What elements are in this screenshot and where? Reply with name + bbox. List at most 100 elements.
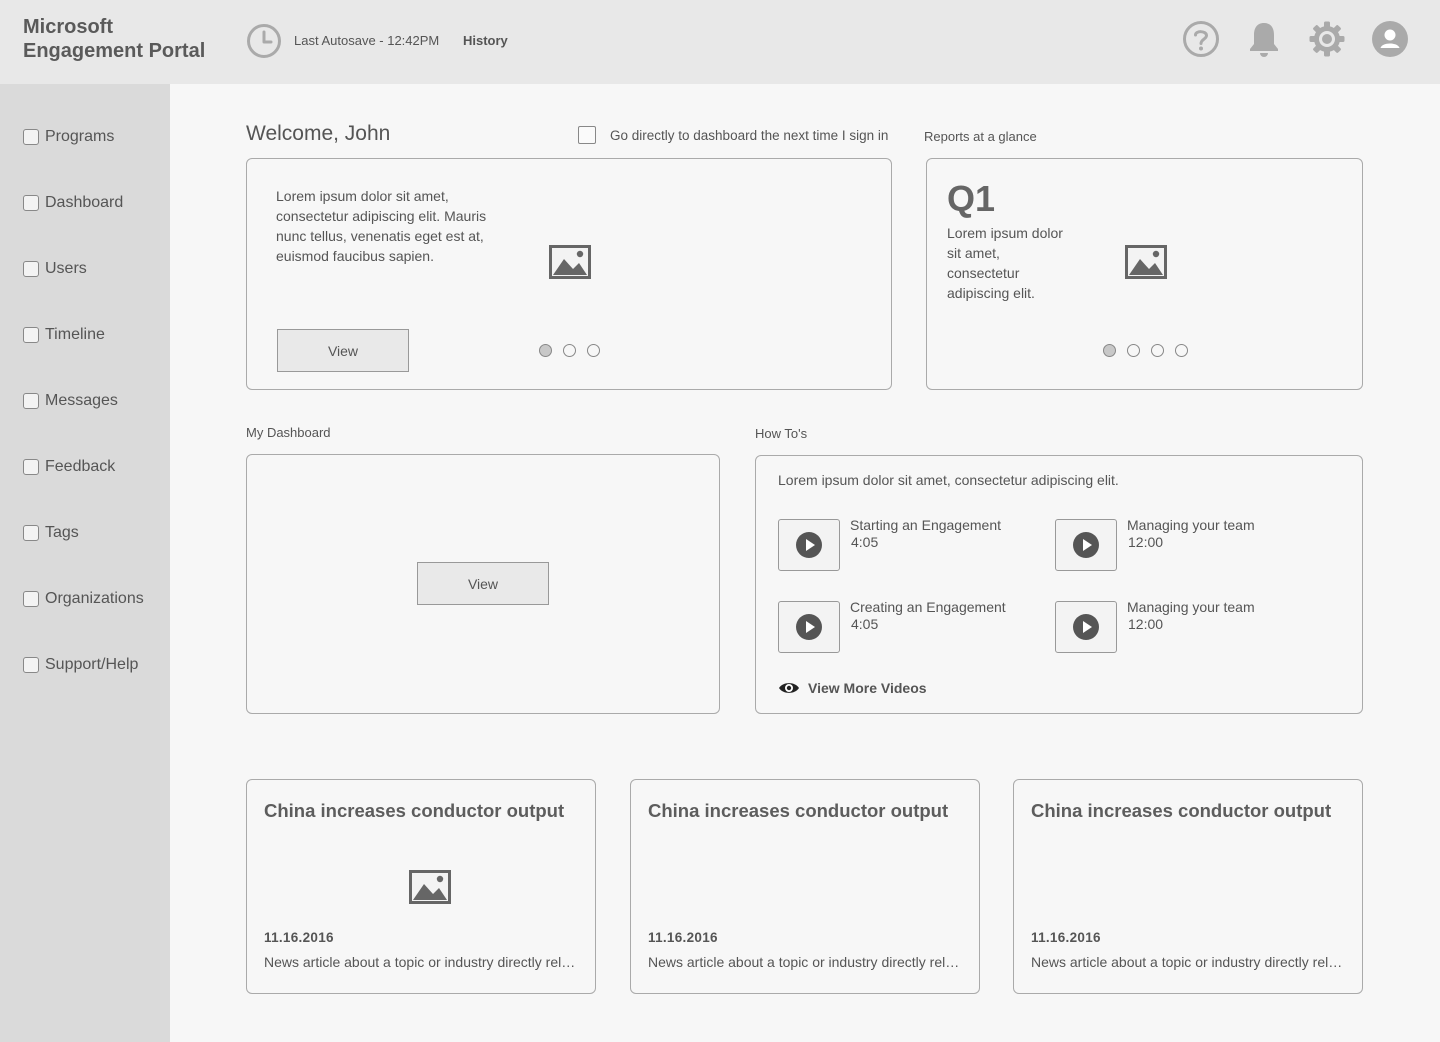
autosave-status: Last Autosave - 12:42PM [294,33,440,48]
carousel-dot[interactable] [1151,344,1164,357]
history-link[interactable]: History [463,33,508,48]
report-period-heading: Q1 [947,178,996,219]
dashboard-view-button[interactable]: View [417,562,549,605]
news-title: China increases conductor output [264,800,565,821]
image-icon [549,245,591,279]
checkbox[interactable] [23,327,39,343]
welcome-text: Lorem ipsum dolor sit amet, consectetur … [276,188,487,264]
carousel-dots [539,344,611,357]
sidebar-item-label: Organizations [45,590,144,607]
sidebar-item-label: Messages [45,392,118,409]
welcome-card: Lorem ipsum dolor sit amet, consectetur … [246,158,892,390]
goto-dashboard-checkbox[interactable] [578,126,596,144]
sidebar-item-support-help[interactable]: Support/Help [23,654,138,676]
checkbox[interactable] [23,525,39,541]
howtos-label: How To's [755,426,808,441]
brand-line-2: Engagement Portal [23,40,206,62]
video-thumbnail[interactable] [1055,519,1117,571]
carousel-dot[interactable] [563,344,576,357]
gear-icon[interactable] [1308,20,1346,58]
checkbox[interactable] [23,261,39,277]
news-summary: News article about a topic or industry d… [648,954,966,970]
sidebar-item-programs[interactable]: Programs [23,126,114,148]
sidebar-item-feedback[interactable]: Feedback [23,456,115,478]
carousel-dot[interactable] [1103,344,1116,357]
video-item[interactable]: Managing your team 12:00 [1055,517,1335,575]
video-thumbnail[interactable] [778,601,840,653]
brand-line-1: Microsoft [23,16,113,38]
view-more-videos-label: View More Videos [808,680,927,696]
sidebar-item-users[interactable]: Users [23,258,87,280]
checkbox[interactable] [23,459,39,475]
carousel-dot[interactable] [1175,344,1188,357]
sidebar-item-label: Users [45,260,87,277]
video-duration: 4:05 [851,534,879,550]
news-card[interactable]: China increases conductor output 11.16.2… [630,779,980,994]
sidebar-item-label: Support/Help [45,656,139,673]
play-icon [796,614,822,640]
view-more-videos-link[interactable]: View More Videos [778,680,927,696]
checkbox[interactable] [23,657,39,673]
video-title: Creating an Engagement [850,599,1006,615]
video-title: Starting an Engagement [850,517,1001,533]
news-card[interactable]: China increases conductor output 11.16.2… [246,779,596,994]
checkbox[interactable] [23,591,39,607]
carousel-dot[interactable] [1127,344,1140,357]
news-card[interactable]: China increases conductor output 11.16.2… [1013,779,1363,994]
clock-icon [247,24,281,58]
video-thumbnail[interactable] [1055,601,1117,653]
sidebar-item-organizations[interactable]: Organizations [23,588,144,610]
carousel-dot[interactable] [587,344,600,357]
carousel-dot[interactable] [539,344,552,357]
help-icon[interactable] [1182,20,1220,58]
news-summary: News article about a topic or industry d… [264,954,582,970]
news-date: 11.16.2016 [1031,930,1101,945]
goto-dashboard-option[interactable]: Go directly to dashboard the next time I… [578,126,888,144]
video-item[interactable]: Starting an Engagement 4:05 [778,517,1058,575]
sidebar-item-label: Tags [45,524,79,541]
sidebar-item-dashboard[interactable]: Dashboard [23,192,123,214]
play-icon [1073,614,1099,640]
dashboard-card: View [246,454,720,714]
bell-icon[interactable] [1245,20,1283,58]
news-date: 11.16.2016 [264,930,334,945]
eye-icon [779,683,799,693]
howtos-card [755,455,1363,714]
sidebar-item-timeline[interactable]: Timeline [23,324,105,346]
reports-label: Reports at a glance [924,129,1037,144]
play-icon [796,532,822,558]
goto-dashboard-label: Go directly to dashboard the next time I… [610,127,889,143]
app-title: Microsoft Engagement Portal [23,15,205,63]
top-bar: Microsoft Engagement Portal Last Autosav… [0,0,1440,84]
sidebar-item-messages[interactable]: Messages [23,390,118,412]
howtos-intro: Lorem ipsum dolor sit amet, consectetur … [778,472,1119,488]
play-icon [1073,532,1099,558]
video-item[interactable]: Creating an Engagement 4:05 [778,599,1058,657]
news-summary: News article about a topic or industry d… [1031,954,1349,970]
welcome-view-button[interactable]: View [277,329,409,372]
sidebar-item-label: Dashboard [45,194,124,211]
user-icon[interactable] [1371,20,1409,58]
dashboard-label: My Dashboard [246,425,331,440]
carousel-dots [1103,344,1199,357]
video-duration: 12:00 [1128,534,1164,550]
image-icon [1125,245,1167,279]
news-title: China increases conductor output [1031,800,1332,821]
video-duration: 12:00 [1128,616,1164,632]
sidebar-item-label: Timeline [45,326,105,343]
checkbox[interactable] [23,129,39,145]
news-title: China increases conductor output [648,800,949,821]
image-icon [409,870,451,904]
checkbox[interactable] [23,393,39,409]
sidebar-item-tags[interactable]: Tags [23,522,79,544]
video-thumbnail[interactable] [778,519,840,571]
reports-text: Lorem ipsum dolor sit amet, consectetur … [947,225,1063,301]
sidebar-item-label: Programs [45,128,115,145]
video-title: Managing your team [1127,599,1255,615]
video-duration: 4:05 [851,616,879,632]
checkbox[interactable] [23,195,39,211]
video-item[interactable]: Managing your team 12:00 [1055,599,1335,657]
news-date: 11.16.2016 [648,930,718,945]
video-title: Managing your team [1127,517,1255,533]
sidebar: Programs Dashboard Users Timeline Messag… [0,84,170,1042]
